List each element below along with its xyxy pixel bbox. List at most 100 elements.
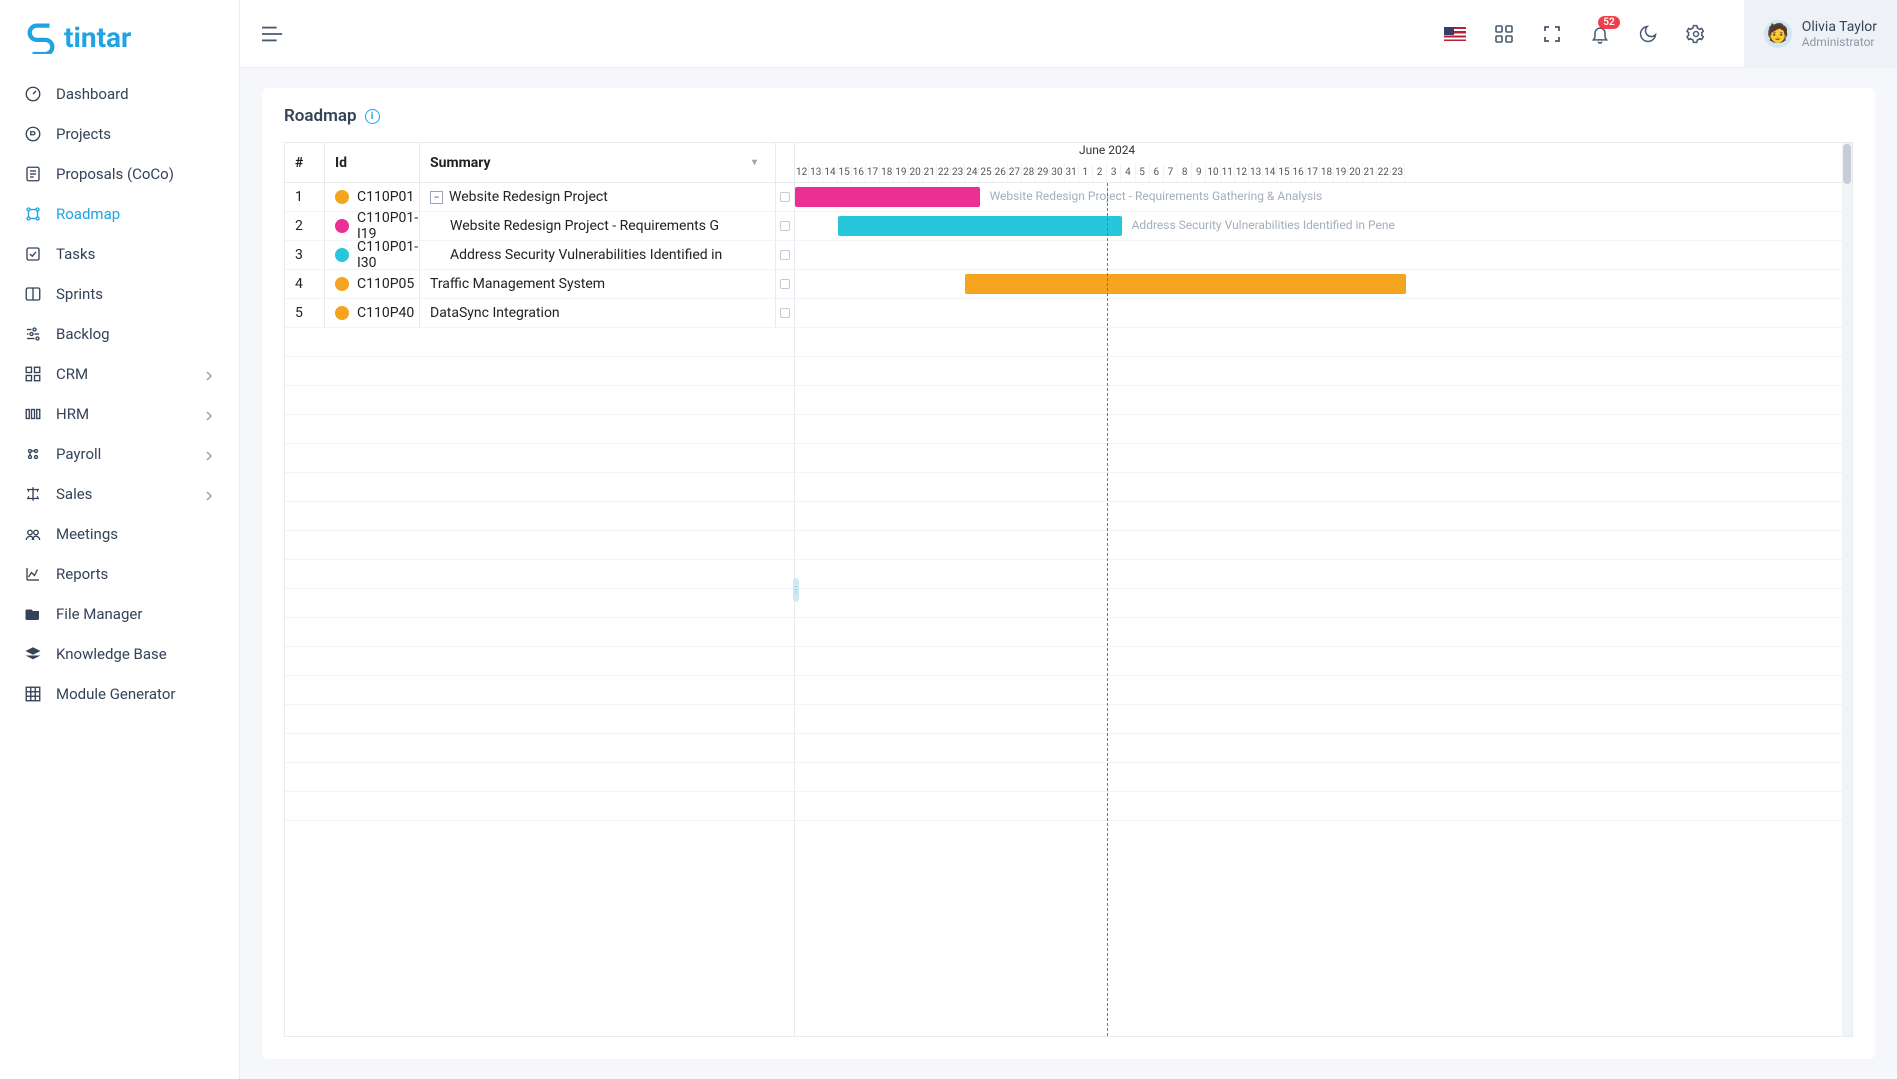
- vertical-scrollbar[interactable]: [1842, 143, 1852, 1036]
- day-cell: 11: [1221, 163, 1235, 183]
- sidebar-item-file-manager[interactable]: File Manager: [10, 594, 229, 634]
- day-cell: 31: [1065, 163, 1079, 183]
- timeline-row: [795, 357, 1852, 386]
- status-dot: [335, 190, 349, 204]
- day-cell: 20: [1348, 163, 1362, 183]
- gantt-timeline: Start June 2024 121314151617181920212223…: [795, 143, 1852, 1036]
- table-row-empty: [285, 676, 794, 705]
- col-header-num[interactable]: #: [285, 143, 325, 182]
- timeline-row: [795, 502, 1852, 531]
- row-summary: Website Redesign Project - Requirements …: [420, 212, 776, 240]
- gantt-container: # Id Summary ▾ 1C110P01−Website Redesign…: [284, 142, 1853, 1037]
- timeline-body[interactable]: 15-03-2Website Redesign Project - Requir…: [795, 183, 1852, 1036]
- sidebar-item-payroll[interactable]: Payroll: [10, 434, 229, 474]
- sidebar-item-knowledge-base[interactable]: Knowledge Base: [10, 634, 229, 674]
- chevron-right-icon: [203, 368, 215, 380]
- payroll-icon: [24, 445, 42, 463]
- day-cell: 3: [1107, 163, 1121, 183]
- table-row-empty: [285, 705, 794, 734]
- sidebar-item-label: CRM: [56, 365, 88, 383]
- timeline-row: 15-06-2: [795, 241, 1852, 270]
- table-row[interactable]: 4C110P05Traffic Management System: [285, 270, 794, 299]
- gantt-bar[interactable]: [965, 274, 1405, 294]
- notifications-icon[interactable]: 52: [1590, 24, 1610, 44]
- timeline-row: [795, 763, 1852, 792]
- apps-icon[interactable]: [1494, 24, 1514, 44]
- row-summary: DataSync Integration: [420, 299, 776, 327]
- hrm-icon: [24, 405, 42, 423]
- gantt-bar-label: Address Security Vulnerabilities Identif…: [1132, 218, 1395, 232]
- timeline-row: 15-03-2Website Redesign Project - Requir…: [795, 183, 1852, 212]
- table-row[interactable]: 5C110P40DataSync Integration: [285, 299, 794, 328]
- day-cell: 12: [1235, 163, 1249, 183]
- col-header-summary[interactable]: Summary ▾: [420, 143, 776, 182]
- scrollbar-thumb[interactable]: [1843, 144, 1851, 184]
- roadmap-icon: [24, 205, 42, 223]
- status-dot: [335, 248, 349, 262]
- tree-toggle-icon[interactable]: −: [430, 191, 443, 204]
- sidebar-item-tasks[interactable]: Tasks: [10, 234, 229, 274]
- sidebar-item-hrm[interactable]: HRM: [10, 394, 229, 434]
- row-checkbox-cell: [776, 241, 794, 269]
- status-dot: [335, 277, 349, 291]
- timeline-row: [795, 473, 1852, 502]
- sidebar-item-label: Dashboard: [56, 85, 129, 103]
- sidebar-item-label: Backlog: [56, 325, 110, 343]
- sidebar-item-label: Module Generator: [56, 685, 175, 703]
- sidebar-item-backlog[interactable]: Backlog: [10, 314, 229, 354]
- row-summary: −Website Redesign Project: [420, 183, 776, 211]
- sidebar-item-label: Payroll: [56, 445, 101, 463]
- fullscreen-icon[interactable]: [1542, 24, 1562, 44]
- theme-icon[interactable]: [1638, 24, 1658, 44]
- row-checkbox[interactable]: [780, 192, 790, 202]
- sidebar-item-meetings[interactable]: Meetings: [10, 514, 229, 554]
- col-header-id[interactable]: Id: [325, 143, 420, 182]
- timeline-row: [795, 618, 1852, 647]
- chevron-right-icon: [203, 488, 215, 500]
- row-checkbox[interactable]: [780, 221, 790, 231]
- table-row[interactable]: 2C110P01-I19Website Redesign Project - R…: [285, 212, 794, 241]
- language-flag[interactable]: [1444, 27, 1466, 41]
- file-manager-icon: [24, 605, 42, 623]
- dashboard-icon: [24, 85, 42, 103]
- table-row-empty: [285, 328, 794, 357]
- sidebar-item-crm[interactable]: CRM: [10, 354, 229, 394]
- splitter-handle[interactable]: ⋮: [793, 578, 799, 602]
- settings-icon[interactable]: [1686, 24, 1706, 44]
- timeline-row: [795, 531, 1852, 560]
- info-icon[interactable]: i: [365, 109, 380, 124]
- day-cell: 22: [1377, 163, 1391, 183]
- sidebar-item-module-generator[interactable]: Module Generator: [10, 674, 229, 714]
- sidebar-item-label: HRM: [56, 405, 89, 423]
- knowledge-base-icon: [24, 645, 42, 663]
- table-row[interactable]: 1C110P01−Website Redesign Project: [285, 183, 794, 212]
- timeline-row: [795, 705, 1852, 734]
- row-checkbox[interactable]: [780, 279, 790, 289]
- sidebar-item-sales[interactable]: Sales: [10, 474, 229, 514]
- col-header-check: [776, 143, 794, 182]
- gantt-bar[interactable]: Address Security Vulnerabilities Identif…: [838, 216, 1122, 236]
- timeline-row: [795, 647, 1852, 676]
- sidebar-item-dashboard[interactable]: Dashboard: [10, 74, 229, 114]
- sidebar-item-projects[interactable]: Projects: [10, 114, 229, 154]
- day-cell: 21: [1363, 163, 1377, 183]
- sidebar-item-reports[interactable]: Reports: [10, 554, 229, 594]
- day-cell: 15: [838, 163, 852, 183]
- sidebar-item-sprints[interactable]: Sprints: [10, 274, 229, 314]
- row-checkbox[interactable]: [780, 250, 790, 260]
- gantt-bar[interactable]: Website Redesign Project - Requirements …: [795, 187, 980, 207]
- sidebar-item-label: Sprints: [56, 285, 103, 303]
- sidebar-item-label: Sales: [56, 485, 92, 503]
- day-cell: 14: [1263, 163, 1277, 183]
- sidebar-item-roadmap[interactable]: Roadmap: [10, 194, 229, 234]
- row-id: C110P01-I30: [325, 241, 420, 269]
- sort-icon[interactable]: ▾: [752, 157, 765, 168]
- table-row[interactable]: 3C110P01-I30Address Security Vulnerabili…: [285, 241, 794, 270]
- sidebar-item-proposals-coco-[interactable]: Proposals (CoCo): [10, 154, 229, 194]
- table-row-empty: [285, 444, 794, 473]
- row-checkbox[interactable]: [780, 308, 790, 318]
- menu-toggle-icon[interactable]: [262, 25, 284, 43]
- sidebar: tintar Dashboard ProjectsProposals (CoCo)…: [0, 0, 240, 1079]
- brand-logo[interactable]: tintar: [0, 0, 239, 74]
- user-menu[interactable]: 🧑 Olivia Taylor Administrator: [1744, 0, 1897, 68]
